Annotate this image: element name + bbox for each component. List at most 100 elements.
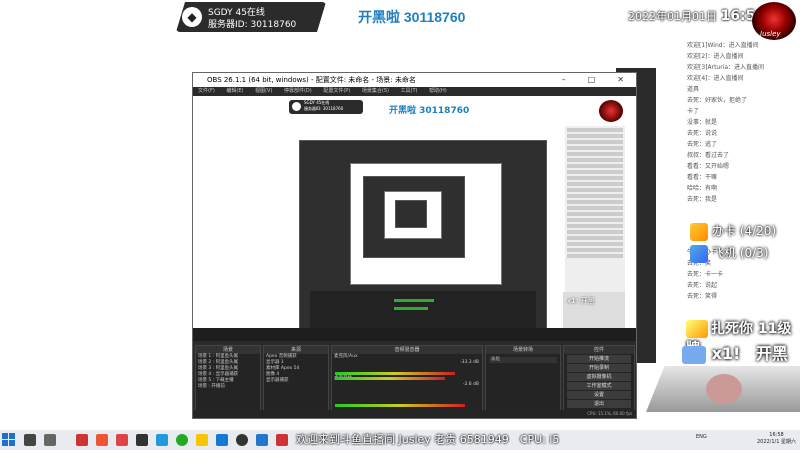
chat-line: 去死：笑得 bbox=[687, 293, 718, 300]
chrome-icon[interactable] bbox=[176, 434, 188, 446]
obs-icon[interactable] bbox=[236, 434, 248, 446]
app-icon[interactable] bbox=[156, 434, 168, 446]
transition-select[interactable]: 淡化 bbox=[489, 357, 557, 363]
gift-avatar-icon bbox=[682, 345, 706, 364]
menu-edit[interactable]: 编辑(E) bbox=[226, 88, 243, 94]
server-icon: ◆ bbox=[182, 7, 202, 27]
inner-stream-title: 开黑啦 30118760 bbox=[389, 106, 470, 116]
menu-help[interactable]: 帮助(H) bbox=[429, 88, 447, 94]
maximize-icon[interactable]: □ bbox=[574, 75, 604, 84]
plane-label: 飞机 (0/3) bbox=[712, 246, 769, 260]
settings-button[interactable]: 设置 bbox=[567, 391, 631, 399]
scene-item[interactable]: 场景 : 开播前 bbox=[196, 384, 260, 390]
chat-line: 去死：我是 bbox=[687, 196, 718, 203]
chat-line: 看看：干嘛 bbox=[687, 174, 718, 181]
app-icon[interactable] bbox=[76, 434, 88, 446]
inner-badge-line2: 服务器ID: 30118760 bbox=[304, 106, 344, 111]
inner-taskbar bbox=[193, 328, 636, 341]
controls-header: 控件 bbox=[564, 346, 634, 354]
taskbar-time: 16:58 bbox=[769, 432, 784, 438]
windows-taskbar: 欢迎来到斗鱼直播间 Jusley 老贵 6581949 CPU: i5 ENG … bbox=[0, 430, 800, 450]
hand-cam bbox=[646, 366, 800, 412]
start-streaming-button[interactable]: 开始推流 bbox=[567, 355, 631, 363]
inner-server-badge: SGDY 45在线 服务器ID: 30118760 bbox=[289, 100, 363, 114]
menu-scene-collection[interactable]: 场景集合(S) bbox=[362, 88, 389, 94]
taskbar-date: 2022/1/1 星期六 bbox=[756, 439, 796, 445]
menu-view[interactable]: 视图(V) bbox=[255, 88, 272, 94]
app-icon[interactable] bbox=[256, 434, 268, 446]
mixer-level-desktop: -2.8 dB bbox=[462, 382, 479, 387]
obs-menubar: 文件(F) 编辑(E) 视图(V) 停靠部件(D) 配置文件(P) 场景集合(S… bbox=[193, 87, 636, 96]
inner-badge-icon bbox=[292, 102, 301, 111]
x1-count: x1! bbox=[711, 344, 741, 363]
chat-line: 去死：好家伙，拒绝了 bbox=[687, 97, 748, 104]
obs-window: OBS 26.1.1 (64 bit, windows) - 配置文件: 未命名… bbox=[192, 72, 637, 419]
card-icon bbox=[690, 222, 708, 241]
search-icon[interactable] bbox=[24, 434, 36, 446]
chat-line: 去死：逃了 bbox=[687, 141, 718, 148]
menu-docks[interactable]: 停靠部件(D) bbox=[284, 88, 312, 94]
obs-preview[interactable]: SGDY 45在线 服务器ID: 30118760 开黑啦 30118760 x… bbox=[193, 96, 636, 348]
chat-line: 去死：说起 bbox=[687, 282, 718, 289]
close-icon[interactable]: ✕ bbox=[603, 75, 632, 84]
mixer-meter-mic bbox=[335, 372, 455, 375]
controls-dock: 控件 开始推流 开始录制 虚拟摄像机 工作室模式 设置 退出 bbox=[563, 345, 635, 417]
mixer-header: 音频混音器 bbox=[332, 346, 482, 354]
virtual-camera-button[interactable]: 虚拟摄像机 bbox=[567, 373, 631, 381]
chat-line: 欢迎[3]Arturia：进入直播间 bbox=[687, 64, 765, 71]
mixer-dock: 音频混音器 麦克风/Aux -33.3 dB 桌面音频 -2.8 dB bbox=[331, 345, 483, 417]
logo-text: Jusley bbox=[760, 30, 781, 38]
x1-action: 开黑 bbox=[755, 344, 788, 363]
obs-status-bar: CPU: 15.1%, 60.00 fps bbox=[193, 410, 636, 418]
mixer-meter-desktop bbox=[335, 404, 465, 407]
source-item[interactable]: 显示器捕获 bbox=[264, 378, 328, 384]
chat-line: 卡了 bbox=[687, 108, 700, 115]
mixer-meter-mic-2 bbox=[335, 377, 445, 380]
system-tray[interactable]: ENG bbox=[696, 434, 707, 440]
fan-badge-icon bbox=[686, 320, 708, 338]
sources-header: 来源 bbox=[264, 346, 328, 354]
app-icon[interactable] bbox=[276, 434, 288, 446]
plane-icon bbox=[690, 244, 708, 263]
stream-ticker: 欢迎来到斗鱼直播间 Jusley 老贵 6581949 CPU: i5 bbox=[296, 433, 560, 446]
gift-card-banka: 办卡 (4/20) bbox=[690, 222, 800, 244]
chat-line: 道具 bbox=[687, 86, 700, 93]
nested-obs-1 bbox=[299, 140, 547, 348]
app-icon[interactable] bbox=[216, 434, 228, 446]
chat-line: 哈哈：有啊 bbox=[687, 185, 718, 192]
menu-tools[interactable]: 工具(T) bbox=[401, 88, 418, 94]
gift-card-plane: 飞机 (0/3) bbox=[690, 244, 800, 266]
task-view-icon[interactable] bbox=[44, 434, 56, 446]
tray-lang[interactable]: ENG bbox=[696, 434, 707, 440]
inner-logo bbox=[599, 100, 623, 122]
chat-line: 欢迎[4]：进入直播间 bbox=[687, 75, 744, 82]
menu-profile[interactable]: 配置文件(P) bbox=[323, 88, 350, 94]
nested-obs-3 bbox=[363, 176, 465, 258]
start-recording-button[interactable]: 开始录制 bbox=[567, 364, 631, 372]
streamer-logo: Jusley bbox=[752, 2, 796, 40]
stream-title: 开黑啦 30118760 bbox=[358, 9, 466, 25]
scenes-header: 场景 bbox=[196, 346, 260, 354]
transitions-dock: 场景转场 淡化 bbox=[485, 345, 561, 417]
app-icon[interactable] bbox=[116, 434, 128, 446]
windows-start-icon[interactable] bbox=[2, 433, 16, 447]
studio-mode-button[interactable]: 工作室模式 bbox=[567, 382, 631, 390]
chat-line: 没事：就是 bbox=[687, 119, 718, 126]
chat-line: 欢迎[2]：进入直播间 bbox=[687, 53, 744, 60]
chat-line: 欢迎[1]Wind：进入直播间 bbox=[687, 42, 759, 49]
minimize-icon[interactable]: – bbox=[548, 75, 574, 84]
nested-obs-2 bbox=[350, 163, 502, 285]
app-icon[interactable] bbox=[96, 434, 108, 446]
server-id: 服务器ID: 30118760 bbox=[208, 20, 297, 30]
obs-titlebar: OBS 26.1.1 (64 bit, windows) - 配置文件: 未命名… bbox=[193, 73, 636, 87]
menu-file[interactable]: 文件(F) bbox=[198, 88, 215, 94]
folder-icon[interactable] bbox=[196, 434, 208, 446]
window-controls[interactable]: – □ ✕ bbox=[548, 73, 632, 87]
x1-banner: x1! 开黑 bbox=[682, 340, 800, 366]
app-icon[interactable] bbox=[136, 434, 148, 446]
chat-line: 去死：卡一卡 bbox=[687, 271, 724, 278]
exit-button[interactable]: 退出 bbox=[567, 400, 631, 408]
taskbar-clock[interactable]: 16:58 2022/1/1 星期六 bbox=[757, 432, 796, 446]
sources-dock: 来源 Apex 音频捕获 显示器 1 素材库 Apex 54 图像 4 显示器捕… bbox=[263, 345, 329, 417]
card-label: 办卡 (4/20) bbox=[712, 224, 777, 238]
